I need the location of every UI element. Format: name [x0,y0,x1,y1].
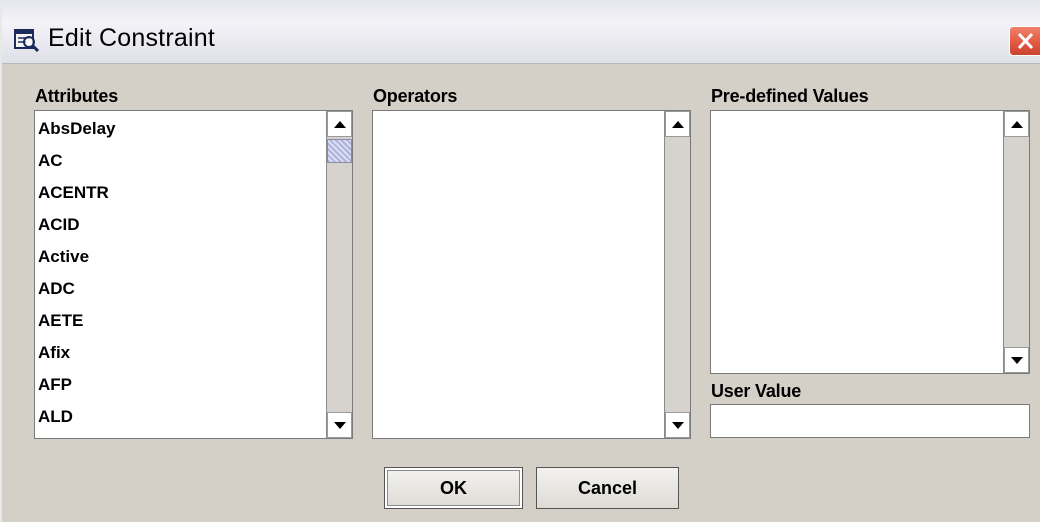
window-title: Edit Constraint [48,24,215,52]
arrow-up-icon [1011,121,1023,128]
attributes-list[interactable]: AbsDelay AC ACENTR ACID Active ADC AETE … [34,110,353,439]
attributes-scrollbar[interactable] [326,111,352,438]
scroll-up-button[interactable] [665,111,690,137]
user-value-label: User Value [711,381,802,401]
operators-scrollbar[interactable] [664,111,690,438]
arrow-down-icon [334,422,346,429]
predefined-values-list[interactable] [710,110,1030,374]
list-item[interactable]: ADC [38,273,75,305]
title-bar[interactable]: Edit Constraint [2,0,1040,64]
list-item[interactable]: AETE [38,305,83,337]
arrow-up-icon [672,121,684,128]
operators-list[interactable] [372,110,691,439]
scroll-down-button[interactable] [1004,347,1029,373]
predefined-scrollbar[interactable] [1003,111,1029,373]
list-item[interactable]: ALD [38,401,73,433]
list-item[interactable]: AC [38,145,63,177]
arrow-down-icon [672,422,684,429]
scroll-thumb[interactable] [327,139,352,163]
scroll-down-button[interactable] [327,412,352,438]
ok-button[interactable]: OK [384,467,523,509]
scroll-up-button[interactable] [327,111,352,137]
list-item[interactable]: AbsDelay [38,113,115,145]
scroll-down-button[interactable] [665,412,690,438]
list-item[interactable]: AFP [38,369,72,401]
scroll-up-button[interactable] [1004,111,1029,137]
operators-label: Operators [373,86,458,106]
edit-constraint-dialog: Edit Constraint Attributes AbsDelay AC A… [0,0,1040,522]
list-item[interactable]: Afix [38,337,70,369]
predefined-values-label: Pre-defined Values [711,86,869,106]
search-icon [14,28,40,53]
arrow-up-icon [334,121,346,128]
arrow-down-icon [1011,357,1023,364]
attributes-label: Attributes [35,86,118,106]
list-item[interactable]: ACID [38,209,80,241]
user-value-field[interactable] [710,404,1030,438]
list-item[interactable]: ACENTR [38,177,109,209]
close-button[interactable] [1009,26,1040,56]
cancel-button[interactable]: Cancel [536,467,679,509]
list-item[interactable]: Active [38,241,89,273]
